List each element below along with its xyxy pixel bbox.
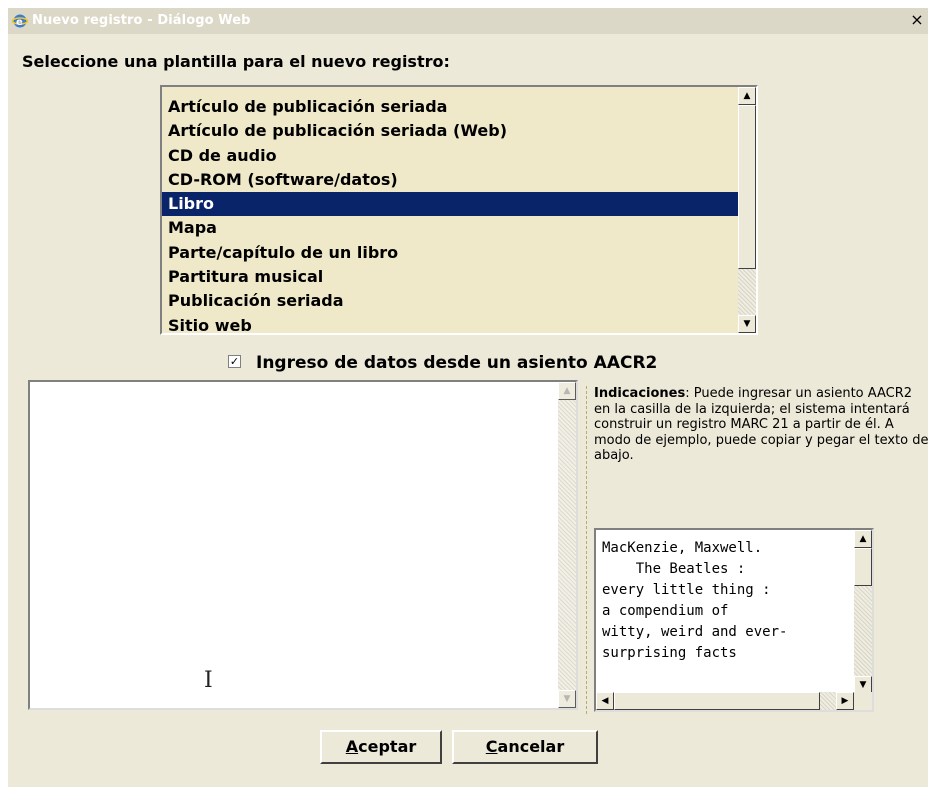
cancel-label: ancelar bbox=[497, 737, 565, 756]
list-item[interactable]: CD-ROM (software/datos) bbox=[162, 168, 738, 192]
accept-button[interactable]: Aceptar bbox=[320, 730, 442, 764]
accept-mnemonic: A bbox=[345, 737, 359, 756]
cancel-button[interactable]: Cancelar bbox=[452, 730, 598, 764]
window-title: Nuevo registro - Diálogo Web bbox=[32, 13, 251, 28]
sample-textarea[interactable]: MacKenzie, Maxwell. The Beatles : every … bbox=[594, 528, 874, 712]
scroll-corner bbox=[854, 692, 872, 710]
list-item[interactable]: Parte/capítulo de un libro bbox=[162, 241, 738, 265]
list-item[interactable]: Sitio web bbox=[162, 314, 738, 338]
hints-panel: Indicaciones: Puede ingresar un asiento … bbox=[594, 386, 928, 464]
scroll-left-icon[interactable]: ◀ bbox=[596, 692, 614, 710]
cancel-mnemonic: C bbox=[485, 737, 498, 756]
close-icon[interactable]: × bbox=[908, 11, 926, 29]
title-bar[interactable]: e Nuevo registro - Diálogo Web × bbox=[8, 8, 928, 34]
hints-title: Indicaciones bbox=[594, 386, 686, 401]
accept-label: ceptar bbox=[358, 737, 417, 756]
aacr2-entry-textarea[interactable]: I ▲ ▼ bbox=[28, 380, 578, 710]
scroll-up-icon[interactable]: ▲ bbox=[738, 87, 756, 105]
panel-divider bbox=[586, 386, 587, 714]
scroll-thumb[interactable] bbox=[854, 548, 872, 586]
scroll-right-icon[interactable]: ▶ bbox=[836, 692, 854, 710]
scroll-down-icon[interactable]: ▼ bbox=[558, 690, 576, 708]
list-item-selected[interactable]: Libro bbox=[162, 192, 738, 217]
svg-text:e: e bbox=[16, 17, 23, 28]
list-item[interactable]: CD de audio bbox=[162, 144, 738, 168]
scroll-thumb[interactable] bbox=[738, 105, 756, 269]
dialog-window: e Nuevo registro - Diálogo Web × Selecci… bbox=[8, 8, 928, 787]
ie-icon: e bbox=[12, 14, 28, 28]
sample-vscrollbar[interactable]: ▲ ▼ bbox=[854, 530, 872, 694]
sample-text[interactable]: MacKenzie, Maxwell. The Beatles : every … bbox=[602, 538, 846, 664]
scroll-up-icon[interactable]: ▲ bbox=[854, 530, 872, 548]
scroll-down-icon[interactable]: ▼ bbox=[738, 315, 756, 333]
aacr2-checkbox[interactable]: ✓ bbox=[228, 355, 241, 368]
list-item[interactable]: Mapa bbox=[162, 216, 738, 240]
template-prompt: Seleccione una plantilla para el nuevo r… bbox=[22, 52, 450, 71]
list-item[interactable]: Partitura musical bbox=[162, 265, 738, 289]
scroll-up-icon[interactable]: ▲ bbox=[558, 382, 576, 400]
list-item[interactable]: Artículo de publicación seriada bbox=[162, 95, 738, 119]
template-listbox[interactable]: Artículo de publicación seriada Artículo… bbox=[160, 85, 758, 335]
scroll-thumb[interactable] bbox=[614, 692, 820, 710]
listbox-scrollbar[interactable]: ▲ ▼ bbox=[738, 87, 756, 333]
template-list: Artículo de publicación seriada Artículo… bbox=[162, 95, 738, 338]
aacr2-checkbox-label[interactable]: Ingreso de datos desde un asiento AACR2 bbox=[256, 353, 657, 373]
sample-hscrollbar[interactable]: ◀ ▶ bbox=[596, 692, 854, 710]
list-item[interactable]: Artículo de publicación seriada (Web) bbox=[162, 119, 738, 143]
entry-scrollbar[interactable]: ▲ ▼ bbox=[558, 382, 576, 708]
text-cursor-icon: I bbox=[204, 668, 213, 693]
list-item[interactable]: Publicación seriada bbox=[162, 289, 738, 313]
